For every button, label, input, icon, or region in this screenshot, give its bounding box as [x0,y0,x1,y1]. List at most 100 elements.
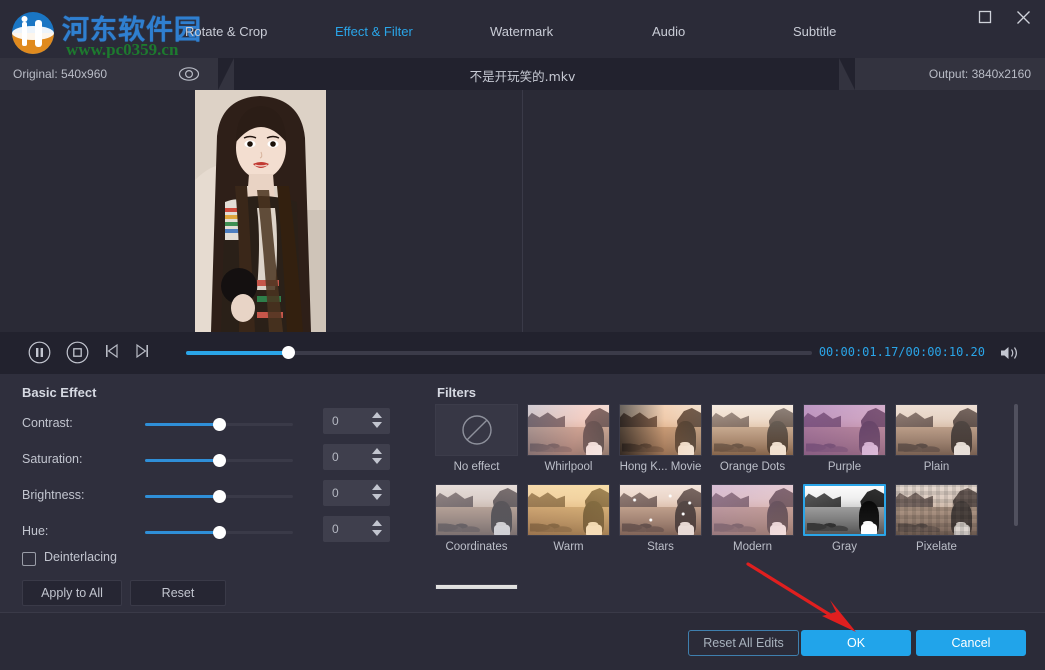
tab-subtitle[interactable]: Subtitle [793,24,836,39]
ok-button[interactable]: OK [801,630,911,656]
filter-thumbnail-orange-dots[interactable] [711,404,794,456]
filter-item-warm[interactable]: Warm [527,484,610,553]
filter-thumbnail-no-effect[interactable] [435,404,518,456]
volume-button[interactable] [999,343,1021,363]
seek-handle[interactable] [282,346,295,359]
close-button[interactable] [1008,4,1038,30]
contrast-slider-fill [145,423,219,426]
filter-thumbnail-plain[interactable] [895,404,978,456]
seek-bar[interactable] [186,346,812,359]
deinterlacing-checkbox[interactable] [22,552,36,566]
triangle-up-icon [372,412,382,418]
next-frame-button[interactable] [133,341,151,366]
filter-item-pixelate[interactable]: Pixelate [895,484,978,553]
filter-item-stars[interactable]: Stars [619,484,702,553]
filter-item-purple[interactable]: Purple [803,404,886,473]
triangle-up-icon [372,520,382,526]
reset-all-edits-button[interactable]: Reset All Edits [688,630,799,656]
media-info-bar: Original: 540x960 不是开玩笑的.mkv Output: 384… [0,58,1045,90]
contrast-slider[interactable] [145,418,293,431]
tab-effect-filter[interactable]: Effect & Filter [335,24,413,39]
filter-label: Purple [827,461,862,473]
brightness-stepper[interactable]: 0 [323,480,390,506]
filter-thumbnail-hong-kong-movie[interactable] [619,404,702,456]
filter-thumbnail-stars[interactable] [619,484,702,536]
seek-progress-fill [186,351,289,355]
brightness-row: Brightness: 0 [0,480,420,514]
saturation-stepper-down[interactable] [372,458,383,466]
filter-label: Orange Dots [719,461,786,473]
previous-frame-icon [106,343,118,359]
saturation-stepper[interactable]: 0 [323,444,390,470]
filter-label: Pixelate [916,541,957,553]
pause-icon [28,341,51,364]
output-preview-panel[interactable] [523,90,1045,332]
filter-label: Whirlpool [544,461,593,473]
filter-thumbnail-whirlpool[interactable] [527,404,610,456]
deinterlacing-label: Deinterlacing [44,550,117,564]
filter-label: Gray [832,541,857,553]
contrast-value: 0 [332,414,339,428]
filter-thumbnail-purple[interactable] [803,404,886,456]
tab-audio[interactable]: Audio [652,24,685,39]
brightness-stepper-up[interactable] [372,484,383,492]
video-editor-window: 河东软件园 www.pc0359.cn Rotate & Crop Effect… [0,0,1045,670]
filter-thumbnail-warm[interactable] [527,484,610,536]
triangle-up-icon [372,484,382,490]
filter-item-whirlpool[interactable]: Whirlpool [527,404,610,473]
filter-item-orange-dots[interactable]: Orange Dots [711,404,794,473]
original-frame-image [195,90,326,332]
contrast-stepper[interactable]: 0 [323,408,390,434]
contrast-slider-handle[interactable] [213,418,226,431]
saturation-slider[interactable] [145,454,293,467]
filter-item-plain[interactable]: Plain [895,404,978,473]
filter-thumbnail-partial-next-row[interactable] [435,584,518,589]
contrast-stepper-down[interactable] [372,422,383,430]
contrast-stepper-up[interactable] [372,412,383,420]
filter-item-gray[interactable]: Gray [803,484,886,553]
close-icon [1016,11,1030,24]
contrast-label: Contrast: [22,416,73,430]
tab-rotate-crop[interactable]: Rotate & Crop [185,24,267,39]
hue-slider-fill [145,531,219,534]
title-bar: 河东软件园 www.pc0359.cn Rotate & Crop Effect… [0,0,1045,59]
previous-frame-button[interactable] [103,341,121,366]
hue-stepper[interactable]: 0 [323,516,390,542]
filter-thumbnail-gray[interactable] [803,484,886,536]
tab-watermark[interactable]: Watermark [490,24,553,39]
filter-label: Stars [647,541,674,553]
filter-thumbnail-modern[interactable] [711,484,794,536]
filters-scrollbar-thumb[interactable] [1014,404,1018,526]
filters-grid[interactable]: No effect Whirlpool Hong K... Movie Oran… [430,404,1010,589]
brightness-stepper-down[interactable] [372,494,383,502]
filter-label: Warm [553,541,584,553]
apply-to-all-button[interactable]: Apply to All [22,580,122,606]
filters-scrollbar[interactable] [1014,404,1018,534]
filter-thumbnail-coordinates[interactable] [435,484,518,536]
triangle-down-icon [372,494,382,500]
hue-stepper-down[interactable] [372,530,383,538]
saturation-stepper-up[interactable] [372,448,383,456]
hue-stepper-up[interactable] [372,520,383,528]
brightness-slider-handle[interactable] [213,490,226,503]
filter-label: Coordinates [445,541,508,553]
filter-item-coordinates[interactable]: Coordinates [435,484,518,553]
pause-button[interactable] [28,341,51,369]
original-preview-panel[interactable] [0,90,522,332]
filter-item-hong-kong-movie[interactable]: Hong K... Movie [619,404,702,473]
cancel-button[interactable]: Cancel [916,630,1026,656]
hue-slider[interactable] [145,526,293,539]
hue-slider-handle[interactable] [213,526,226,539]
filter-item-no-effect[interactable]: No effect [435,404,518,473]
brightness-slider-fill [145,495,219,498]
stop-button[interactable] [66,341,89,369]
saturation-slider-handle[interactable] [213,454,226,467]
filter-item-modern[interactable]: Modern [711,484,794,553]
filters-title: Filters [437,385,477,400]
filter-thumbnail-pixelate[interactable] [895,484,978,536]
reset-button[interactable]: Reset [130,580,226,606]
saturation-label: Saturation: [22,452,83,466]
brightness-slider[interactable] [145,490,293,503]
maximize-button[interactable] [970,4,1000,30]
triangle-up-icon [372,448,382,454]
